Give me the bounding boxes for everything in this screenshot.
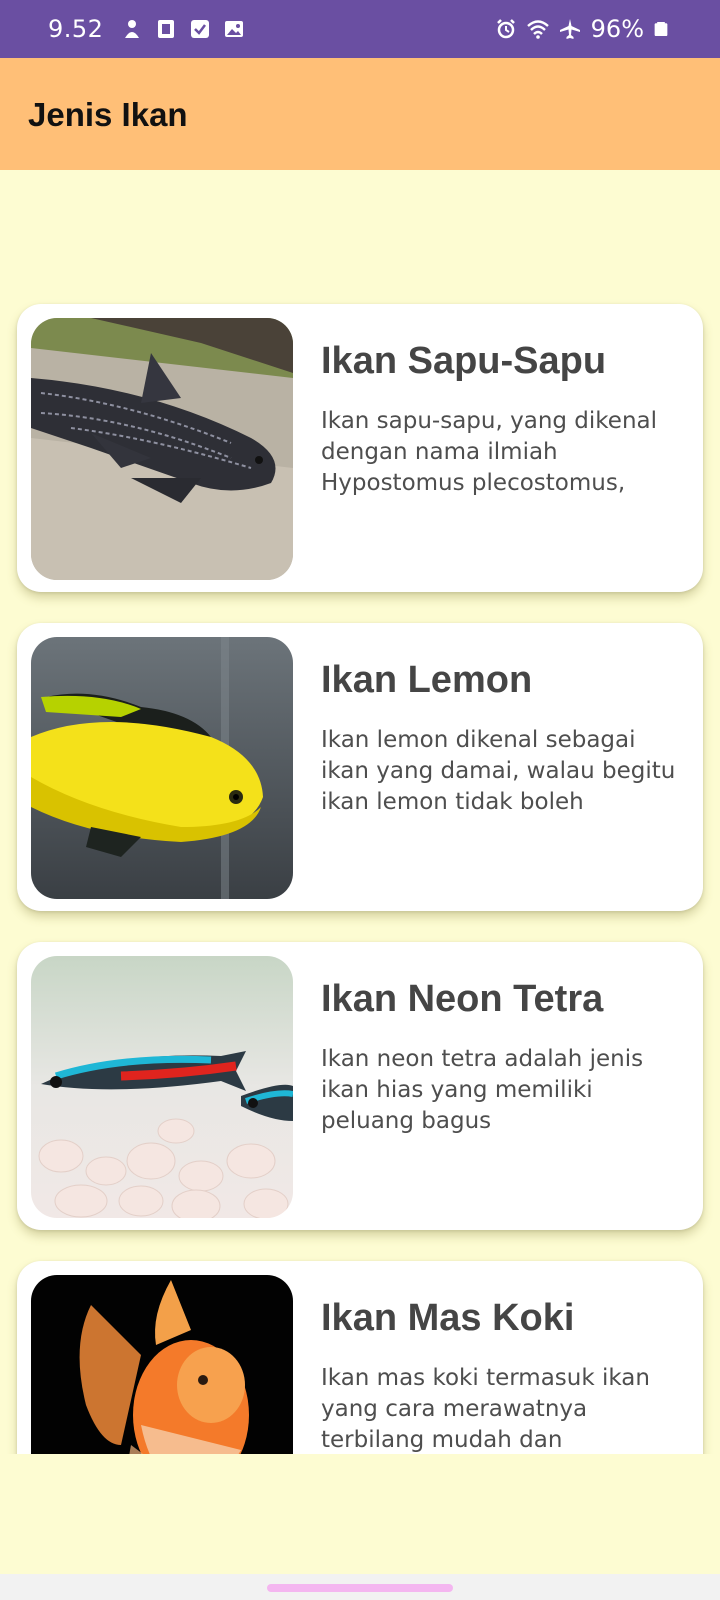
- fish-title: Ikan Neon Tetra: [321, 978, 604, 1020]
- fish-card-neon-tetra[interactable]: Ikan Neon Tetra Ikan neon tetra adalah j…: [17, 942, 703, 1230]
- fish-image: [31, 1275, 293, 1454]
- status-right-group: 96%: [495, 0, 668, 58]
- battery-percentage: 96%: [590, 15, 644, 43]
- wifi-icon: [526, 20, 549, 39]
- fish-description: Ikan sapu-sapu, yang dikenal dengan nama…: [321, 408, 658, 496]
- fish-list[interactable]: Ikan Sapu-Sapu Ikan sapu-sapu, yang dike…: [0, 170, 720, 1454]
- status-time: 9.52: [48, 15, 104, 43]
- fish-card-mas-koki[interactable]: Ikan Mas Koki Ikan mas koki termasuk ika…: [17, 1261, 703, 1454]
- sim-icon: [158, 20, 175, 38]
- fish-description: Ikan neon tetra adalah jenis ikan hias y…: [321, 1046, 644, 1134]
- fish-title: Ikan Sapu-Sapu: [321, 340, 607, 382]
- mas-koki-image: [31, 1275, 293, 1454]
- fish-title: Ikan Mas Koki: [321, 1297, 575, 1339]
- alarm-icon: [496, 19, 515, 39]
- neon-tetra-image: [31, 956, 293, 1218]
- fish-card-lemon[interactable]: Ikan Lemon Ikan lemon dikenal sebagai ik…: [17, 623, 703, 911]
- sapu-sapu-image: [31, 318, 293, 580]
- gallery-icon: [225, 21, 244, 37]
- fish-description: Ikan mas koki termasuk ikan yang cara me…: [321, 1365, 650, 1453]
- status-left-group: 9.52: [48, 0, 245, 58]
- app-bar: Jenis Ikan: [0, 58, 720, 170]
- notification-icon: [125, 20, 140, 38]
- home-gesture-handle[interactable]: [267, 1584, 453, 1592]
- checkbox-icon: [191, 20, 210, 38]
- navigation-bar: [0, 1574, 720, 1600]
- fish-card-sapu-sapu[interactable]: Ikan Sapu-Sapu Ikan sapu-sapu, yang dike…: [17, 304, 703, 592]
- fish-image: [31, 318, 293, 580]
- fish-image: [31, 956, 293, 1218]
- battery-icon: [654, 22, 668, 36]
- lemon-fish-image: [31, 637, 293, 899]
- airplane-icon: [559, 19, 580, 39]
- status-bar: 9.52 96%: [0, 0, 720, 58]
- page-title: Jenis Ikan: [28, 96, 188, 133]
- fish-title: Ikan Lemon: [321, 659, 533, 701]
- fish-description: Ikan lemon dikenal sebagai ikan yang dam…: [321, 727, 676, 815]
- fish-image: [31, 637, 293, 899]
